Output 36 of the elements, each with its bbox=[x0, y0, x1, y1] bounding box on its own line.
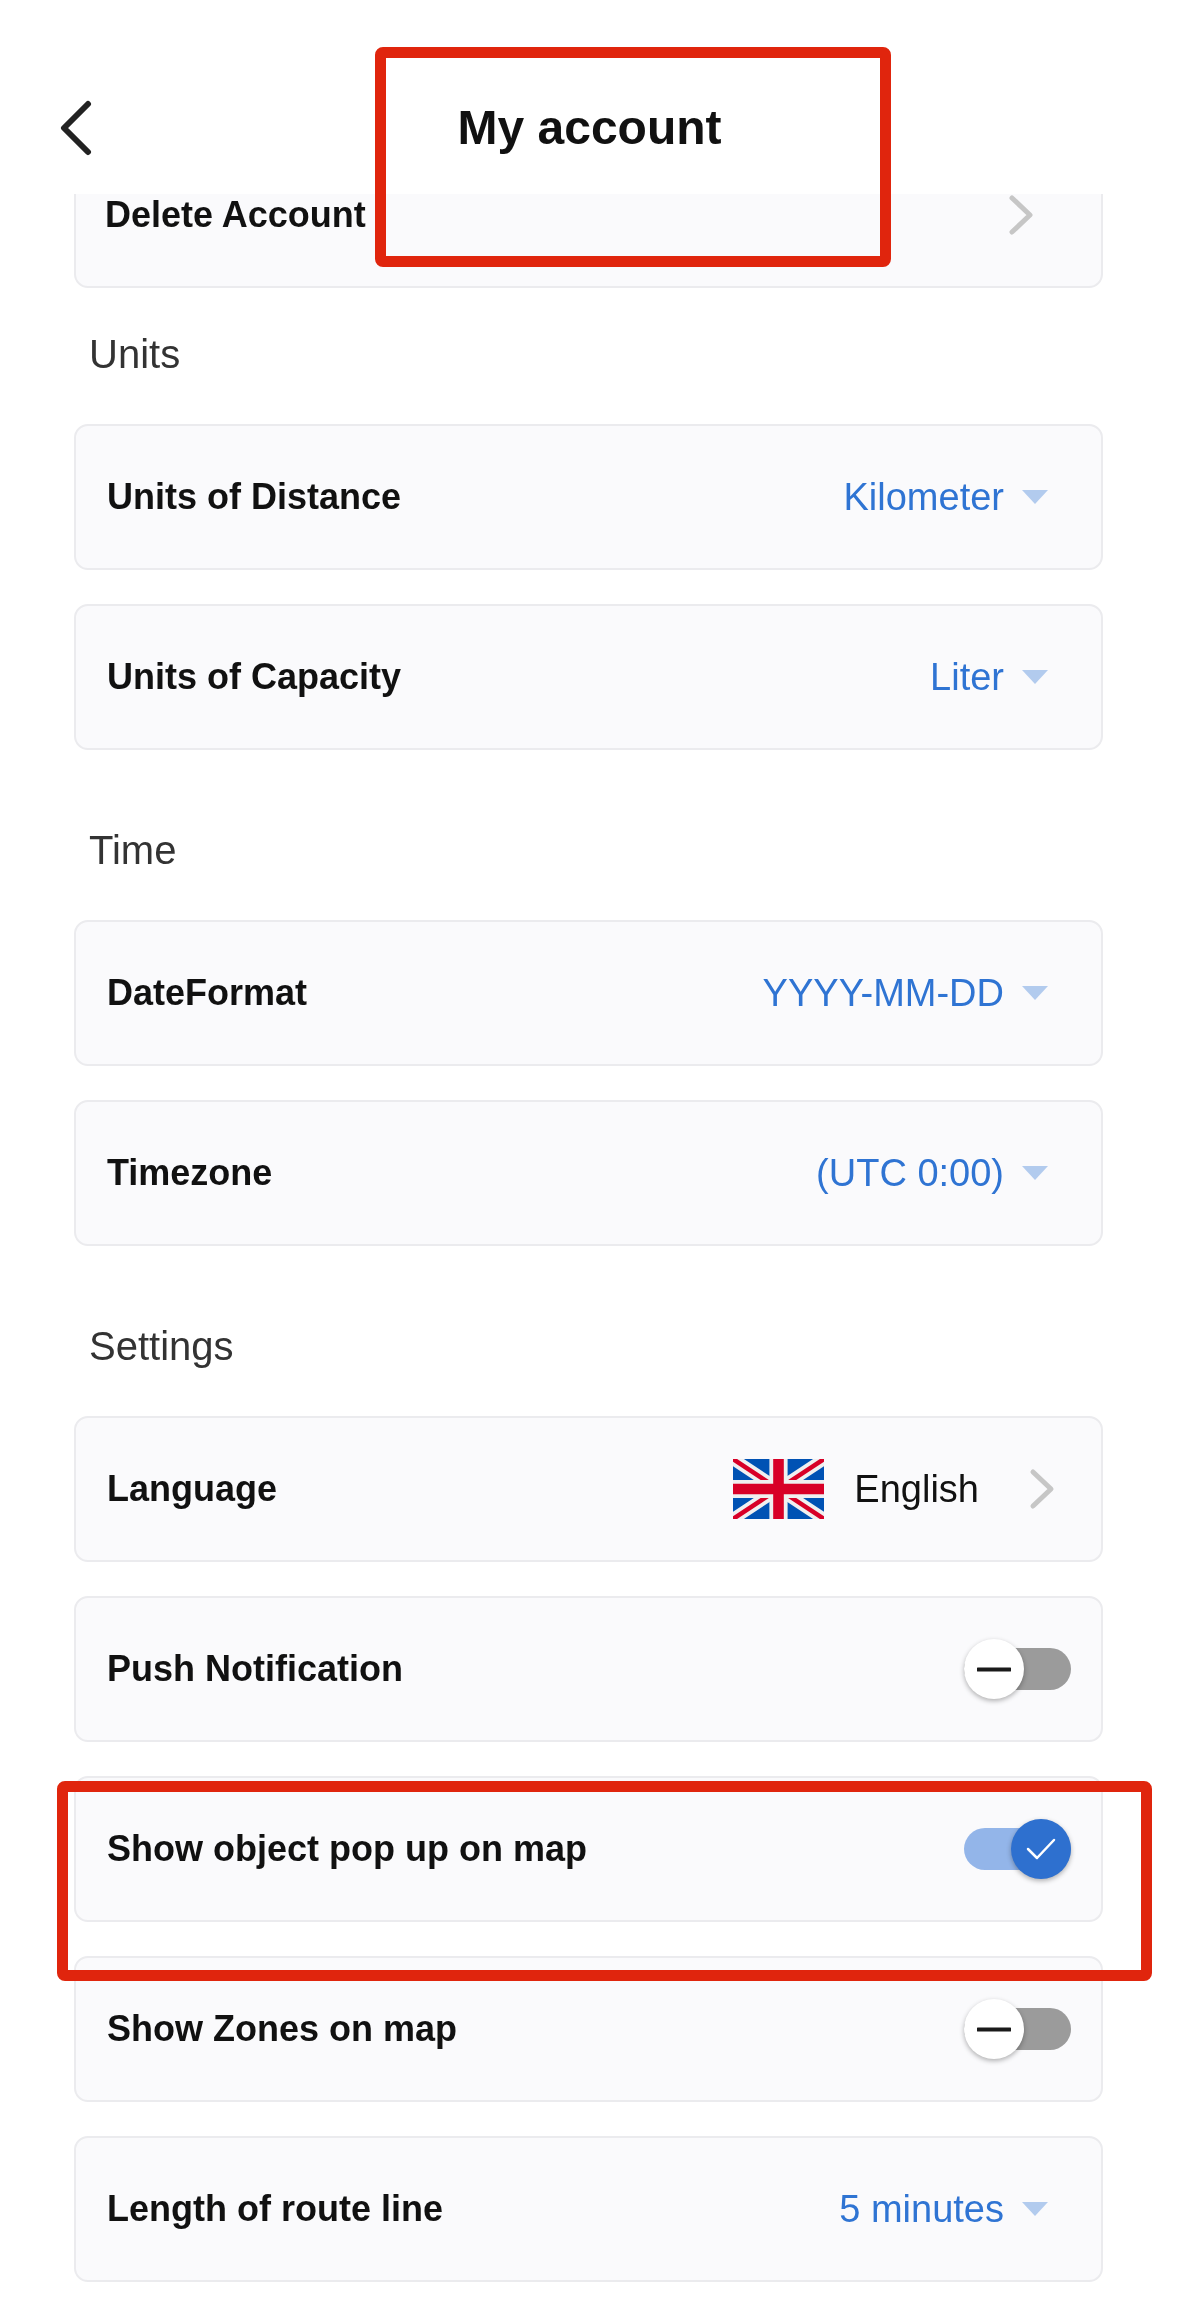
section-heading: Settings bbox=[89, 1323, 234, 1370]
caret-down-icon bbox=[1022, 490, 1048, 504]
dropdown-button[interactable]: 5 minutes bbox=[839, 2186, 1048, 2232]
setting-label: Timezone bbox=[107, 1151, 273, 1195]
setting-label: Show Zones on map bbox=[107, 2007, 457, 2051]
dropdown-button[interactable]: Kilometer bbox=[843, 474, 1048, 520]
section-heading: Units bbox=[89, 331, 181, 378]
setting-label: Length of route line bbox=[107, 2187, 443, 2231]
switch-knob[interactable] bbox=[964, 1999, 1024, 2059]
section-heading: Time bbox=[89, 827, 177, 874]
dropdown-button[interactable]: (UTC 0:00) bbox=[816, 1150, 1048, 1196]
switch-knob[interactable] bbox=[964, 1639, 1024, 1699]
setting-label: DateFormat bbox=[107, 971, 308, 1015]
chevron-left-icon bbox=[58, 100, 94, 156]
setting-label: Language bbox=[107, 1467, 277, 1511]
setting-label: Push Notification bbox=[107, 1647, 403, 1691]
caret-down-icon bbox=[1022, 2202, 1048, 2216]
screen-title: My account bbox=[457, 100, 722, 156]
toggle-switch[interactable] bbox=[964, 1999, 1071, 2059]
check-icon bbox=[1026, 1837, 1056, 1861]
caret-down-icon bbox=[1022, 986, 1048, 1000]
setting-label: Show object pop up on map bbox=[107, 1827, 587, 1871]
dropdown-button[interactable]: Liter bbox=[930, 654, 1048, 700]
caret-down-icon bbox=[1022, 670, 1048, 684]
caret-down-icon bbox=[1022, 1166, 1048, 1180]
minus-icon bbox=[977, 2026, 1011, 2032]
setting-label: Delete Account bbox=[105, 194, 366, 237]
toggle-switch[interactable] bbox=[964, 1819, 1071, 1879]
dropdown-button[interactable]: YYYY-MM-DD bbox=[762, 970, 1048, 1016]
toggle-switch[interactable] bbox=[964, 1639, 1071, 1699]
flag-icon bbox=[733, 1459, 825, 1519]
minus-icon bbox=[977, 1666, 1011, 1672]
setting-label: Units of Distance bbox=[107, 475, 402, 519]
language-value: English bbox=[854, 1467, 979, 1512]
setting-label: Units of Capacity bbox=[107, 655, 402, 699]
switch-knob[interactable] bbox=[1011, 1819, 1071, 1879]
